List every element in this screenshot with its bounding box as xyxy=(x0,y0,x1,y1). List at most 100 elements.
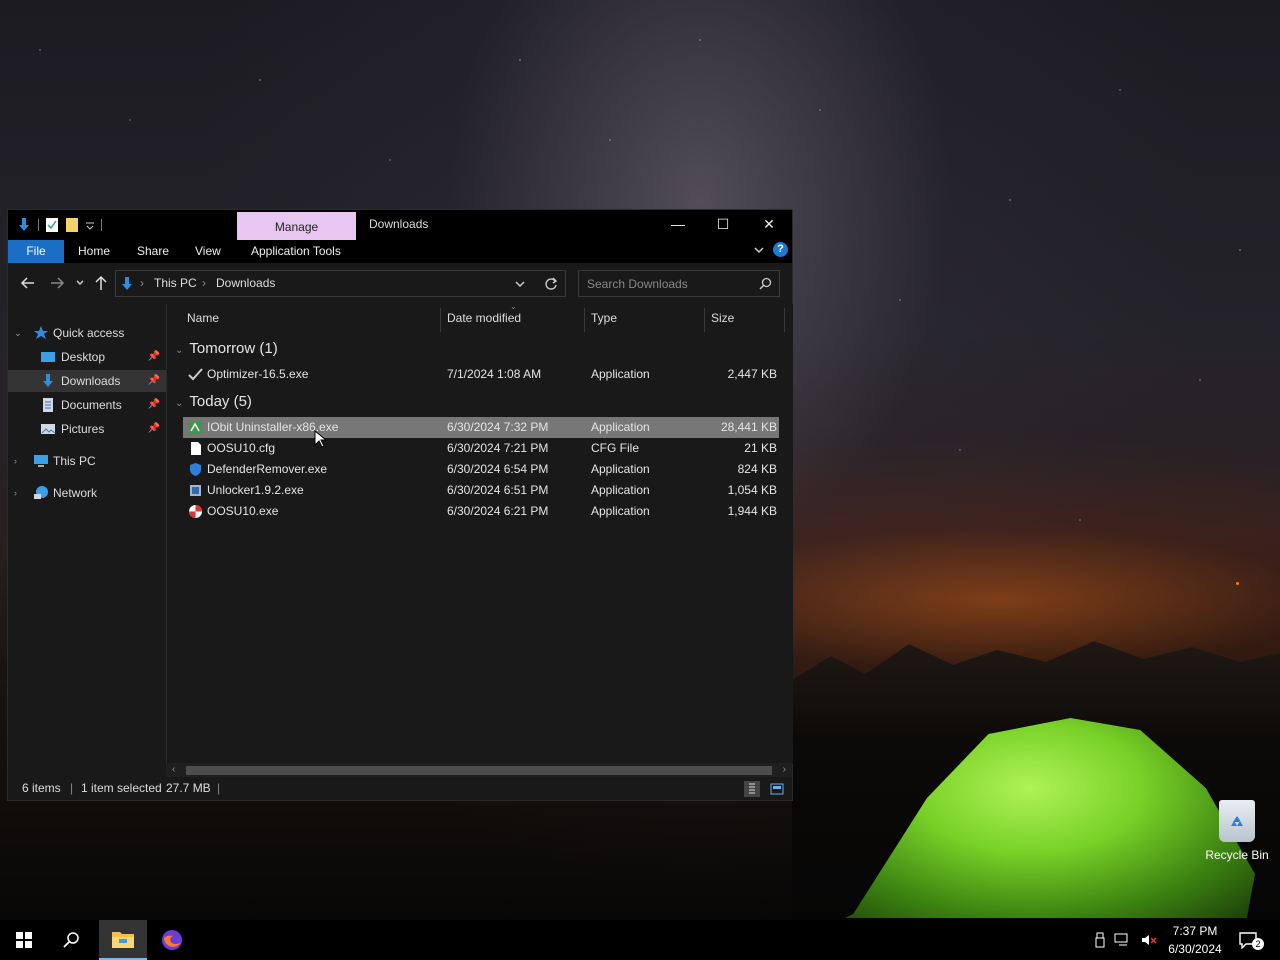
tab-manage[interactable]: Manage xyxy=(237,212,356,240)
column-divider[interactable] xyxy=(784,308,785,332)
group-header-today[interactable]: ⌄ Today (5) xyxy=(175,393,252,410)
taskbar-firefox[interactable] xyxy=(148,920,196,960)
documents-icon xyxy=(43,398,53,412)
file-name: Optimizer-16.5.exe xyxy=(207,367,309,381)
column-header-name[interactable]: Name xyxy=(187,304,219,332)
column-divider[interactable] xyxy=(584,308,585,332)
clock-time: 7:37 PM xyxy=(1172,924,1218,938)
sidebar-item-desktop[interactable]: Desktop 📌 xyxy=(8,346,166,368)
file-type: Application xyxy=(591,504,650,518)
file-explorer-icon xyxy=(112,932,134,948)
taskbar: 7:37 PM 6/30/2024 2 xyxy=(0,920,1280,960)
file-date: 6/30/2024 6:51 PM xyxy=(447,483,549,497)
start-button[interactable] xyxy=(0,920,48,960)
sidebar-item-label: Desktop xyxy=(61,350,106,364)
breadcrumb-this-pc[interactable]: This PC xyxy=(154,271,197,296)
sidebar-item-this-pc[interactable]: › This PC xyxy=(8,450,166,472)
quick-access-toolbar xyxy=(16,215,102,235)
clock-date: 6/30/2024 xyxy=(1168,942,1222,956)
volume-muted-icon[interactable] xyxy=(1140,932,1158,948)
network-status-icon[interactable] xyxy=(1114,932,1132,948)
search-button[interactable] xyxy=(48,920,96,960)
column-header-type[interactable]: Type xyxy=(591,304,617,332)
sidebar-item-quick-access[interactable]: ⌄ Quick access xyxy=(8,322,166,344)
back-arrow-icon[interactable] xyxy=(20,275,36,291)
sidebar-item-label: This PC xyxy=(53,454,96,468)
table-row[interactable]: Unlocker1.9.2.exe 6/30/2024 6:51 PM Appl… xyxy=(183,480,779,501)
recent-locations-chevron-icon[interactable] xyxy=(75,278,85,288)
desktop-icon-recycle-bin[interactable]: Recycle Bin xyxy=(1200,800,1274,862)
sidebar-item-downloads[interactable]: Downloads 📌 xyxy=(8,370,166,392)
address-dropdown-chevron-icon[interactable] xyxy=(514,279,526,289)
group-label: Today (5) xyxy=(189,393,252,410)
refresh-icon[interactable] xyxy=(544,277,558,291)
scrollbar-thumb[interactable] xyxy=(186,766,772,775)
address-bar[interactable]: › This PC › Downloads xyxy=(115,270,566,297)
sidebar-item-label: Documents xyxy=(61,398,122,412)
group-collapse-chevron-icon[interactable]: ⌄ xyxy=(175,398,183,409)
properties-icon[interactable] xyxy=(45,217,59,233)
table-row[interactable]: DefenderRemover.exe 6/30/2024 6:54 PM Ap… xyxy=(183,459,779,480)
sidebar-item-label: Network xyxy=(53,486,98,500)
toolbar-separator xyxy=(101,219,102,231)
table-row[interactable] xyxy=(183,573,779,594)
table-row[interactable]: Optimizer-16.5.exe 7/1/2024 1:08 AM Appl… xyxy=(183,364,779,385)
file-size: 1,944 KB xyxy=(727,504,777,518)
table-row[interactable]: OOSU10.exe 6/30/2024 6:21 PM Application… xyxy=(183,501,779,522)
item-count: 6 items xyxy=(22,781,61,795)
expanded-chevron-icon[interactable]: ⌄ xyxy=(14,322,22,344)
tab-application-tools[interactable]: Application Tools xyxy=(251,240,341,263)
notification-count-badge: 2 xyxy=(1252,938,1264,950)
up-arrow-icon[interactable] xyxy=(94,275,108,291)
forward-arrow-icon[interactable] xyxy=(49,275,65,291)
breadcrumb-downloads[interactable]: Downloads xyxy=(216,271,275,296)
details-view-icon[interactable] xyxy=(744,781,760,797)
minimize-button[interactable]: — xyxy=(655,210,701,238)
file-name: OOSU10.cfg xyxy=(207,441,276,455)
scroll-right-icon[interactable]: › xyxy=(783,763,786,777)
file-name: DefenderRemover.exe xyxy=(207,462,328,476)
column-divider[interactable] xyxy=(440,308,441,332)
sidebar-item-pictures[interactable]: Pictures 📌 xyxy=(8,418,166,440)
tab-view[interactable]: View xyxy=(195,240,221,263)
title-bar[interactable]: Manage Downloads — ☐ ✕ xyxy=(8,210,792,240)
taskbar-file-explorer[interactable] xyxy=(99,920,147,960)
sidebar-item-documents[interactable]: Documents 📌 xyxy=(8,394,166,416)
collapsed-chevron-icon[interactable]: › xyxy=(14,450,17,472)
table-row-selected[interactable]: IObit Uninstaller-x86.exe 6/30/2024 7:32… xyxy=(183,417,779,438)
sort-chevron-icon: ⌄ xyxy=(510,302,517,311)
group-header-tomorrow[interactable]: ⌄ Tomorrow (1) xyxy=(175,340,278,357)
expand-ribbon-chevron-icon[interactable] xyxy=(753,244,765,256)
ribbon-tabs: File Home Share View Application Tools ? xyxy=(8,240,792,263)
close-button[interactable]: ✕ xyxy=(746,210,792,238)
file-type: Application xyxy=(591,420,650,434)
scroll-left-icon[interactable]: ‹ xyxy=(172,763,175,777)
new-folder-icon[interactable] xyxy=(65,217,79,233)
usb-device-icon[interactable] xyxy=(1094,932,1106,948)
tab-share[interactable]: Share xyxy=(137,240,169,263)
large-icons-view-icon[interactable] xyxy=(769,781,785,797)
customize-toolbar-chevron-icon[interactable] xyxy=(85,217,95,233)
checkmark-icon xyxy=(188,368,203,381)
taskbar-clock[interactable]: 7:37 PM 6/30/2024 xyxy=(1160,922,1230,958)
group-collapse-chevron-icon[interactable]: ⌄ xyxy=(175,345,183,356)
search-icon[interactable] xyxy=(759,277,772,290)
column-header-size[interactable]: Size xyxy=(711,304,734,332)
tab-home[interactable]: Home xyxy=(78,240,110,263)
column-divider[interactable] xyxy=(704,308,705,332)
close-icon: ✕ xyxy=(763,215,775,232)
tab-file[interactable]: File xyxy=(8,240,64,263)
search-box[interactable] xyxy=(578,270,780,297)
table-row[interactable]: OOSU10.cfg 6/30/2024 7:21 PM CFG File 21… xyxy=(183,438,779,459)
sidebar-item-network[interactable]: › Network xyxy=(8,482,166,504)
sidebar-item-label: Downloads xyxy=(61,374,121,388)
maximize-button[interactable]: ☐ xyxy=(700,210,746,238)
help-icon[interactable]: ? xyxy=(773,242,788,257)
action-center-button[interactable]: 2 xyxy=(1226,920,1270,960)
search-input[interactable] xyxy=(585,273,759,295)
file-size: 21 KB xyxy=(744,441,777,455)
horizontal-scrollbar[interactable]: ‹ › xyxy=(166,763,792,777)
file-type: Application xyxy=(591,483,650,497)
collapsed-chevron-icon[interactable]: › xyxy=(14,482,17,504)
downloads-location-icon xyxy=(122,277,132,290)
